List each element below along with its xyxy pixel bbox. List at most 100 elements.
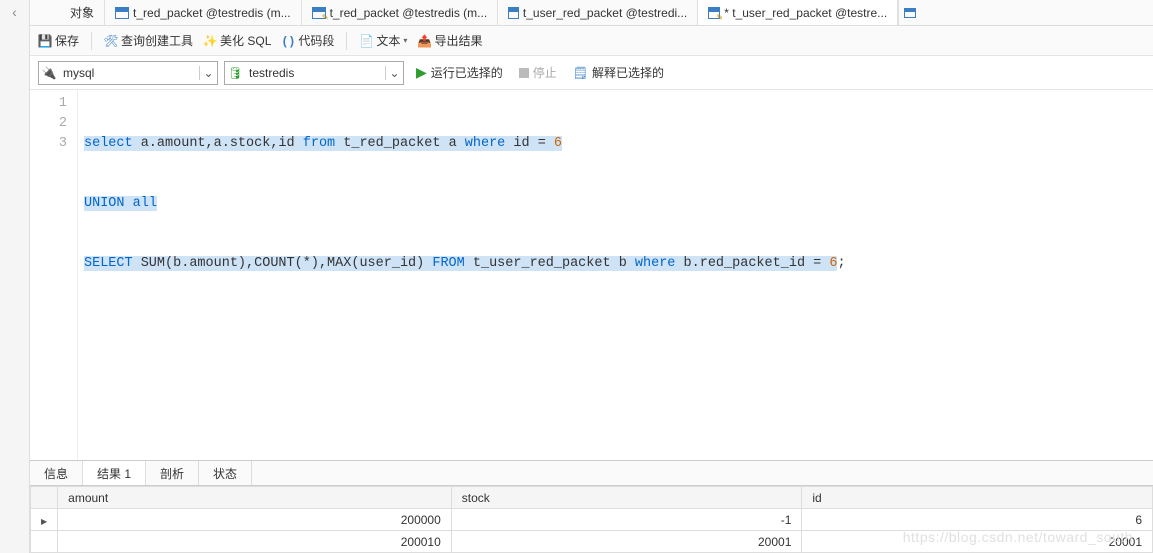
tab-label: 结果 1 bbox=[97, 465, 131, 482]
cell[interactable]: 20001 bbox=[802, 531, 1153, 553]
column-header[interactable]: stock bbox=[451, 487, 802, 509]
tab-label: 信息 bbox=[44, 465, 68, 482]
text-button[interactable]: 📄 文本 ▾ bbox=[359, 32, 407, 49]
row-handle[interactable] bbox=[31, 531, 58, 553]
table-icon bbox=[115, 7, 129, 19]
keyword: from bbox=[303, 136, 335, 151]
line-number: 2 bbox=[30, 114, 67, 134]
chevron-left-icon[interactable]: ‹ bbox=[12, 4, 17, 20]
keyword: where bbox=[465, 136, 506, 151]
explain-icon: 🗒 bbox=[573, 66, 588, 80]
table-icon bbox=[904, 8, 916, 18]
save-label: 保存 bbox=[55, 32, 79, 49]
connection-dropdown[interactable]: 🔌 mysql ⌄ bbox=[38, 61, 218, 85]
table-row[interactable]: 200010 20001 20001 bbox=[31, 531, 1153, 553]
sql-editor[interactable]: 1 2 3 select a.amount,a.stock,id from t_… bbox=[30, 90, 1153, 460]
separator bbox=[91, 32, 92, 50]
tab-table-1[interactable]: t_red_packet @testredis (m... bbox=[105, 0, 302, 25]
code-text: t_user_red_packet b bbox=[465, 256, 635, 271]
save-button[interactable]: 💾 保存 bbox=[38, 32, 79, 49]
tab-table-2[interactable]: t_user_red_packet @testredi... bbox=[498, 0, 698, 25]
line-number: 1 bbox=[30, 94, 67, 114]
chevron-down-icon: ▾ bbox=[403, 36, 407, 45]
line-gutter: 1 2 3 bbox=[30, 90, 78, 460]
chevron-down-icon[interactable]: ⌄ bbox=[199, 66, 217, 80]
tab-label: 对象 bbox=[70, 4, 94, 21]
result-tabbar: 信息 结果 1 剖析 状态 bbox=[30, 460, 1153, 486]
number: 6 bbox=[554, 136, 562, 151]
query-builder-button[interactable]: 🛠 查询创建工具 bbox=[104, 32, 193, 49]
left-collapse-gutter[interactable]: ‹ bbox=[0, 0, 30, 553]
code-text: id = bbox=[505, 136, 554, 151]
editor-tabbar: 对象 t_red_packet @testredis (m... t_red_p… bbox=[30, 0, 1153, 26]
document-icon: 📄 bbox=[359, 34, 373, 48]
tab-result-1[interactable]: 结果 1 bbox=[83, 461, 146, 485]
label: 美化 SQL bbox=[220, 32, 271, 49]
stop-icon bbox=[519, 68, 529, 78]
row-handle[interactable] bbox=[31, 509, 58, 531]
chevron-down-icon[interactable]: ⌄ bbox=[385, 66, 403, 80]
plug-icon: 🔌 bbox=[39, 66, 59, 80]
query-builder-icon: 🛠 bbox=[104, 34, 118, 48]
table-row[interactable]: 200000 -1 6 bbox=[31, 509, 1153, 531]
label: 停止 bbox=[533, 64, 557, 81]
label: 运行已选择的 bbox=[431, 64, 503, 81]
tab-label: 状态 bbox=[213, 465, 237, 482]
keyword: where bbox=[635, 256, 676, 271]
database-dropdown[interactable]: 🛢 testredis ⌄ bbox=[224, 61, 404, 85]
export-result-button[interactable]: 📤 导出结果 bbox=[417, 32, 482, 49]
column-header[interactable]: amount bbox=[58, 487, 452, 509]
play-icon: ▶ bbox=[416, 64, 427, 81]
database-icon: 🛢 bbox=[225, 66, 245, 80]
connection-value: mysql bbox=[59, 66, 199, 80]
label: 解释已选择的 bbox=[592, 64, 664, 81]
tab-label: * t_user_red_packet @testre... bbox=[724, 6, 887, 20]
code-text: b.red_packet_id = bbox=[675, 256, 829, 271]
query-icon bbox=[312, 7, 326, 19]
tab-label: t_red_packet @testredis (m... bbox=[133, 6, 291, 20]
tab-query-2-active[interactable]: * t_user_red_packet @testre... bbox=[698, 0, 898, 25]
tab-info[interactable]: 信息 bbox=[30, 461, 83, 485]
keyword: SELECT bbox=[84, 256, 133, 271]
connection-row: 🔌 mysql ⌄ 🛢 testredis ⌄ ▶ 运行已选择的 停止 🗒 解释… bbox=[30, 56, 1153, 90]
cell[interactable]: 200010 bbox=[58, 531, 452, 553]
line-number: 3 bbox=[30, 134, 67, 154]
tab-label: 剖析 bbox=[160, 465, 184, 482]
tab-objects[interactable]: 对象 bbox=[30, 0, 105, 25]
row-handle-header bbox=[31, 487, 58, 509]
result-grid[interactable]: amount stock id 200000 -1 6 200010 20001… bbox=[30, 486, 1153, 553]
tab-status[interactable]: 状态 bbox=[199, 461, 252, 485]
cell[interactable]: 20001 bbox=[451, 531, 802, 553]
database-value: testredis bbox=[245, 66, 385, 80]
cell[interactable]: -1 bbox=[451, 509, 802, 531]
code-text: ; bbox=[837, 256, 845, 271]
keyword: FROM bbox=[432, 256, 464, 271]
code-area[interactable]: select a.amount,a.stock,id from t_red_pa… bbox=[78, 90, 1153, 460]
code-text: SUM(b.amount),COUNT(*),MAX(user_id) bbox=[133, 256, 433, 271]
tab-query-1[interactable]: t_red_packet @testredis (m... bbox=[302, 0, 499, 25]
run-selected-button[interactable]: ▶ 运行已选择的 bbox=[416, 64, 503, 81]
save-icon: 💾 bbox=[38, 34, 52, 48]
stop-button: 停止 bbox=[519, 64, 557, 81]
column-header[interactable]: id bbox=[802, 487, 1153, 509]
result-grid-container: amount stock id 200000 -1 6 200010 20001… bbox=[30, 486, 1153, 553]
tab-analyze[interactable]: 剖析 bbox=[146, 461, 199, 485]
code-text: t_red_packet a bbox=[335, 136, 465, 151]
wand-icon: ✨ bbox=[203, 34, 217, 48]
beautify-sql-button[interactable]: ✨ 美化 SQL bbox=[203, 32, 271, 49]
cell[interactable]: 6 bbox=[802, 509, 1153, 531]
label: 代码段 bbox=[298, 32, 334, 49]
header-row: amount stock id bbox=[31, 487, 1153, 509]
label: 文本 bbox=[376, 32, 400, 49]
keyword: all bbox=[125, 196, 157, 211]
code-snippet-button[interactable]: ( ) 代码段 bbox=[281, 32, 334, 49]
label: 查询创建工具 bbox=[121, 32, 193, 49]
table-icon bbox=[508, 7, 519, 19]
parentheses-icon: ( ) bbox=[281, 34, 295, 48]
keyword: UNION bbox=[84, 196, 125, 211]
tab-overflow-button[interactable] bbox=[898, 0, 920, 25]
explain-selected-button[interactable]: 🗒 解释已选择的 bbox=[573, 64, 664, 81]
export-icon: 📤 bbox=[417, 34, 431, 48]
cell[interactable]: 200000 bbox=[58, 509, 452, 531]
tab-label: t_red_packet @testredis (m... bbox=[330, 6, 488, 20]
